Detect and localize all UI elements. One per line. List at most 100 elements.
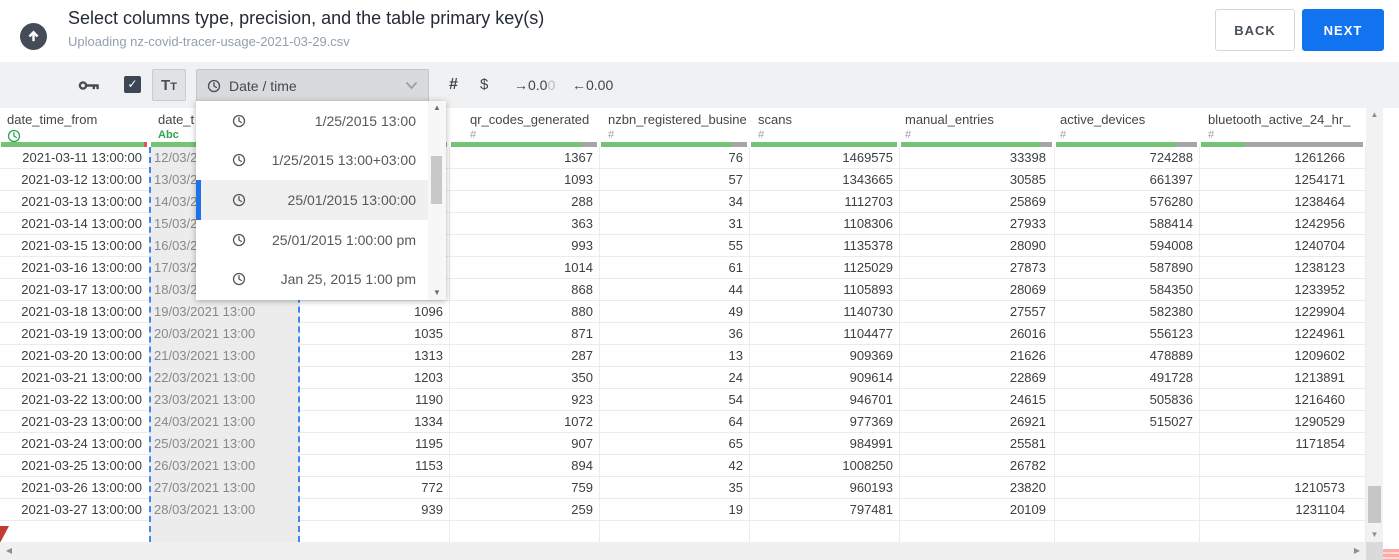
table-cell: 582380 — [1055, 301, 1200, 322]
table-cell: 1210573 — [1200, 477, 1366, 498]
page-title: Select columns type, precision, and the … — [68, 8, 545, 28]
clock-icon — [207, 79, 221, 92]
table-cell: 2021-03-26 13:00:00 — [0, 477, 150, 498]
decrease-decimals-button[interactable]: ←0.00 — [572, 62, 613, 108]
table-cell: 797481 — [750, 499, 900, 520]
scroll-up-button[interactable]: ▲ — [428, 101, 446, 115]
table-cell: 556123 — [1055, 323, 1200, 344]
primary-key-icon[interactable] — [78, 62, 101, 108]
date-format-option[interactable]: 1/25/2015 13:00 — [196, 101, 428, 141]
table-cell: 26016 — [900, 323, 1055, 344]
number-type-icon: # — [1060, 129, 1067, 141]
scroll-down-button[interactable]: ▼ — [1366, 528, 1383, 542]
scroll-right-button[interactable]: ▶ — [1350, 542, 1364, 560]
back-button[interactable]: BACK — [1215, 9, 1295, 51]
table-cell: 24615 — [900, 389, 1055, 410]
scroll-up-button[interactable]: ▲ — [1366, 108, 1383, 122]
table-cell: 505836 — [1055, 389, 1200, 410]
table-cell: 1343665 — [750, 169, 900, 190]
table-cell: 594008 — [1055, 235, 1200, 256]
scroll-down-button[interactable]: ▼ — [428, 286, 446, 300]
include-column-checkbox[interactable]: ✓ — [124, 76, 141, 93]
dropdown-scrollbar-thumb[interactable] — [431, 156, 442, 204]
upload-icon — [20, 23, 47, 50]
table-row — [0, 521, 1366, 542]
clock-icon — [207, 79, 221, 93]
table-cell: 724288 — [1055, 147, 1200, 168]
table-cell: 25/03/2021 13:00 — [150, 433, 300, 454]
column-header[interactable]: active_devices # — [1055, 108, 1200, 147]
table-cell — [450, 521, 600, 542]
column-name: scans — [758, 112, 792, 127]
table-cell — [1055, 455, 1200, 476]
table-cell: 1261266 — [1200, 147, 1366, 168]
table-cell: 923 — [450, 389, 600, 410]
table-cell: 576280 — [1055, 191, 1200, 212]
table-row: 2021-03-25 13:00:00 26/03/2021 13:00 1153 8… — [0, 455, 1366, 477]
table-cell: 19/03/2021 13:00 — [150, 301, 300, 322]
currency-type-button[interactable]: $ — [480, 62, 488, 108]
table-cell: 1209602 — [1200, 345, 1366, 366]
table-cell: 287 — [450, 345, 600, 366]
table-cell: 2021-03-21 13:00:00 — [0, 367, 150, 388]
text-type-button[interactable]: TT — [152, 69, 186, 101]
column-header[interactable]: qr_codes_generated # — [450, 108, 600, 147]
table-cell: 2021-03-17 13:00:00 — [0, 279, 150, 300]
clock-icon — [232, 273, 246, 286]
table-cell: 25869 — [900, 191, 1055, 212]
option-label: 1/25/2015 13:00+03:00 — [271, 152, 416, 169]
table-cell: 288 — [450, 191, 600, 212]
clock-icon — [232, 114, 246, 127]
column-header[interactable]: nzbn_registered_busine # — [600, 108, 750, 147]
column-type-select[interactable]: Date / time — [196, 69, 429, 102]
scroll-left-button[interactable]: ◀ — [2, 542, 16, 560]
vertical-scrollbar-thumb[interactable] — [1368, 486, 1381, 523]
table-cell: 1008250 — [750, 455, 900, 476]
table-cell: 1035 — [300, 323, 450, 344]
table-cell: 1233952 — [1200, 279, 1366, 300]
table-cell: 31 — [600, 213, 750, 234]
table-cell: 946701 — [750, 389, 900, 410]
table-cell: 759 — [450, 477, 600, 498]
column-name: date_time_from — [7, 112, 98, 127]
table-row: 2021-03-26 13:00:00 27/03/2021 13:00 772 75… — [0, 477, 1366, 499]
increase-decimals-button[interactable]: →0.00 — [514, 62, 555, 108]
date-format-option[interactable]: 25/01/2015 1:00:00 pm — [196, 220, 428, 260]
table-cell: 363 — [450, 213, 600, 234]
date-format-option[interactable]: 1/25/2015 13:00+03:00 — [196, 141, 428, 181]
column-header[interactable]: date_time_from — [0, 108, 150, 147]
table-cell: 21626 — [900, 345, 1055, 366]
number-type-button[interactable]: # — [449, 62, 458, 108]
table-cell: 2021-03-14 13:00:00 — [0, 213, 150, 234]
table-cell: 2021-03-19 13:00:00 — [0, 323, 150, 344]
selected-column-left-border — [149, 147, 151, 542]
vertical-scrollbar[interactable]: ▲ ▼ — [1366, 108, 1383, 542]
table-cell: 1112703 — [750, 191, 900, 212]
table-cell: 21/03/2021 13:00 — [150, 345, 300, 366]
date-format-option[interactable]: 25/01/2015 13:00:00 — [196, 180, 428, 220]
table-cell: 515027 — [1055, 411, 1200, 432]
clock-icon — [232, 233, 246, 246]
column-header[interactable]: scans # — [750, 108, 900, 147]
table-cell: 2021-03-25 13:00:00 — [0, 455, 150, 476]
horizontal-scrollbar[interactable]: ◀ ▶ — [0, 542, 1366, 560]
table-cell: 76 — [600, 147, 750, 168]
table-cell: 2021-03-15 13:00:00 — [0, 235, 150, 256]
column-header[interactable]: bluetooth_active_24_hr_ # — [1200, 108, 1366, 147]
table-cell: 909369 — [750, 345, 900, 366]
date-format-option[interactable]: Jan 25, 2015 1:00 pm — [196, 259, 428, 299]
next-button[interactable]: NEXT — [1302, 9, 1384, 51]
table-cell: 20109 — [900, 499, 1055, 520]
column-header[interactable]: manual_entries # — [900, 108, 1055, 147]
table-cell: 1290529 — [1200, 411, 1366, 432]
dropdown-scrollbar[interactable]: ▲ ▼ — [428, 101, 446, 300]
table-cell: 1135378 — [750, 235, 900, 256]
table-cell: 2021-03-24 13:00:00 — [0, 433, 150, 454]
number-type-icon: # — [1208, 129, 1215, 141]
clock-icon — [232, 154, 246, 167]
table-cell: 27933 — [900, 213, 1055, 234]
upload-status: Uploading nz-covid-tracer-usage-2021-03-… — [68, 34, 350, 49]
table-cell: 871 — [450, 323, 600, 344]
table-cell: 1203 — [300, 367, 450, 388]
table-cell: 26782 — [900, 455, 1055, 476]
